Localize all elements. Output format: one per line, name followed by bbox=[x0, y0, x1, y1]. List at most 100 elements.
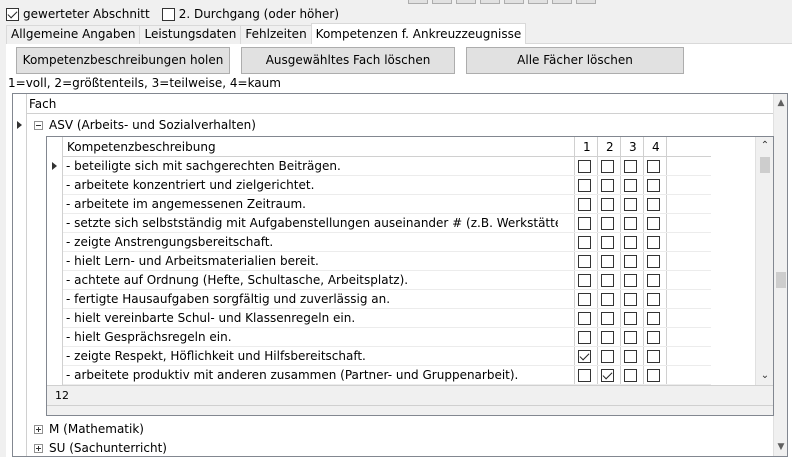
rating-1-checkbox[interactable] bbox=[578, 179, 591, 192]
rating-1-checkbox[interactable] bbox=[578, 255, 591, 268]
tab-absences[interactable]: Fehlzeiten bbox=[240, 25, 312, 44]
rating-2-checkbox[interactable] bbox=[601, 312, 614, 325]
rating-4-checkbox[interactable] bbox=[647, 293, 660, 306]
competency-row[interactable]: - hielt Gesprächsregeln ein. bbox=[63, 328, 711, 347]
competency-row[interactable]: - arbeitete produktiv mit anderen zusamm… bbox=[63, 366, 711, 385]
column-header-2[interactable]: 2 bbox=[606, 137, 614, 157]
tab-general[interactable]: Allgemeine Angaben bbox=[6, 25, 141, 44]
collapse-icon[interactable] bbox=[34, 121, 43, 130]
grid-vertical-scrollbar[interactable]: ⌃ ⌄ bbox=[755, 137, 773, 385]
rating-3-checkbox[interactable] bbox=[624, 274, 637, 287]
rating-1-checkbox[interactable] bbox=[578, 331, 591, 344]
fetch-competencies-button[interactable]: Kompetenzbeschreibungen holen bbox=[16, 47, 230, 74]
competency-row[interactable]: - achtete auf Ordnung (Hefte, Schultasch… bbox=[63, 271, 711, 290]
rating-3-checkbox[interactable] bbox=[624, 331, 637, 344]
expand-icon[interactable] bbox=[34, 444, 43, 453]
competency-row[interactable]: - zeigte Anstrengungsbereitschaft. bbox=[63, 233, 711, 252]
rating-4-checkbox[interactable] bbox=[647, 236, 660, 249]
rating-4-checkbox[interactable] bbox=[647, 369, 660, 382]
rating-2-checkbox[interactable] bbox=[601, 160, 614, 173]
expand-icon[interactable] bbox=[34, 425, 43, 434]
rating-3-checkbox[interactable] bbox=[624, 255, 637, 268]
scroll-up-icon[interactable]: ▲ bbox=[774, 96, 788, 110]
competency-row[interactable]: - arbeitete im angemessenen Zeitraum. bbox=[63, 195, 711, 214]
weighted-section-option[interactable]: gewerteter Abschnitt bbox=[6, 7, 150, 21]
rating-4-checkbox[interactable] bbox=[647, 331, 660, 344]
rating-2-checkbox[interactable] bbox=[601, 274, 614, 287]
rating-2-checkbox[interactable] bbox=[601, 255, 614, 268]
toolbar-button[interactable] bbox=[408, 0, 428, 4]
weighted-section-label: gewerteter Abschnitt bbox=[23, 7, 150, 21]
rating-2-checkbox[interactable] bbox=[601, 217, 614, 230]
second-pass-checkbox[interactable] bbox=[161, 7, 175, 21]
rating-4-checkbox[interactable] bbox=[647, 198, 660, 211]
grid-horizontal-scrollbar[interactable] bbox=[73, 389, 759, 403]
rating-1-checkbox[interactable] bbox=[578, 274, 591, 287]
rating-4-checkbox[interactable] bbox=[647, 160, 660, 173]
competency-row[interactable]: - setzte sich selbstständig mit Aufgaben… bbox=[63, 214, 711, 233]
toolbar-button[interactable] bbox=[528, 0, 548, 4]
column-header-1[interactable]: 1 bbox=[583, 137, 591, 157]
delete-selected-subject-button[interactable]: Ausgewähltes Fach löschen bbox=[241, 47, 455, 74]
scroll-down-icon[interactable]: ▼ bbox=[774, 440, 788, 454]
column-header-3[interactable]: 3 bbox=[629, 137, 637, 157]
competency-row[interactable]: - arbeitete konzentriert und zielgericht… bbox=[63, 176, 711, 195]
scroll-thumb[interactable] bbox=[776, 272, 786, 288]
toolbar-button[interactable] bbox=[576, 0, 596, 4]
scroll-down-icon[interactable]: ⌄ bbox=[758, 369, 772, 383]
rating-4-checkbox[interactable] bbox=[647, 312, 660, 325]
rating-4-checkbox[interactable] bbox=[647, 179, 660, 192]
second-pass-option[interactable]: 2. Durchgang (oder höher) bbox=[161, 7, 339, 21]
rating-3-checkbox[interactable] bbox=[624, 312, 637, 325]
description-column-header[interactable]: Kompetenzbeschreibung bbox=[67, 137, 216, 157]
rating-1-checkbox[interactable] bbox=[578, 369, 591, 382]
rating-1-checkbox[interactable] bbox=[578, 312, 591, 325]
rating-1-checkbox[interactable] bbox=[578, 217, 591, 230]
rating-2-checkbox[interactable] bbox=[601, 236, 614, 249]
rating-1-checkbox[interactable] bbox=[578, 160, 591, 173]
rating-3-checkbox[interactable] bbox=[624, 236, 637, 249]
subject-column-header[interactable]: Fach bbox=[27, 94, 773, 114]
rating-1-checkbox[interactable] bbox=[578, 293, 591, 306]
tab-performance[interactable]: Leistungsdaten bbox=[139, 25, 242, 44]
competency-row[interactable]: - beteiligte sich mit sachgerechten Beit… bbox=[63, 157, 711, 176]
rating-3-checkbox[interactable] bbox=[624, 179, 637, 192]
rating-3-checkbox[interactable] bbox=[624, 217, 637, 230]
rating-2-checkbox[interactable] bbox=[601, 350, 614, 363]
scroll-up-icon[interactable]: ⌃ bbox=[758, 139, 772, 153]
rating-3-checkbox[interactable] bbox=[624, 198, 637, 211]
competency-description: - hielt Gesprächsregeln ein. bbox=[66, 330, 232, 344]
toolbar-button[interactable] bbox=[552, 0, 572, 4]
toolbar-button[interactable] bbox=[504, 0, 524, 4]
competency-row[interactable]: - fertigte Hausaufgaben sorgfältig und z… bbox=[63, 290, 711, 309]
rating-3-checkbox[interactable] bbox=[624, 369, 637, 382]
toolbar-button[interactable] bbox=[432, 0, 452, 4]
rating-1-checkbox[interactable] bbox=[578, 236, 591, 249]
toolbar-button[interactable] bbox=[480, 0, 500, 4]
rating-3-checkbox[interactable] bbox=[624, 350, 637, 363]
rating-2-checkbox[interactable] bbox=[601, 331, 614, 344]
rating-2-checkbox[interactable] bbox=[601, 369, 614, 382]
delete-all-subjects-button[interactable]: Alle Fächer löschen bbox=[466, 47, 684, 74]
competency-row[interactable]: - hielt vereinbarte Schul- und Klassenre… bbox=[63, 309, 711, 328]
competency-description: - zeigte Anstrengungsbereitschaft. bbox=[66, 235, 274, 249]
toolbar-button[interactable] bbox=[456, 0, 476, 4]
column-header-4[interactable]: 4 bbox=[652, 137, 660, 157]
rating-4-checkbox[interactable] bbox=[647, 255, 660, 268]
rating-2-checkbox[interactable] bbox=[601, 198, 614, 211]
rating-4-checkbox[interactable] bbox=[647, 274, 660, 287]
weighted-section-checkbox[interactable] bbox=[6, 7, 19, 21]
rating-4-checkbox[interactable] bbox=[647, 350, 660, 363]
rating-2-checkbox[interactable] bbox=[601, 293, 614, 306]
competency-row[interactable]: - hielt Lern- und Arbeitsmaterialien ber… bbox=[63, 252, 711, 271]
rating-3-checkbox[interactable] bbox=[624, 293, 637, 306]
rating-4-checkbox[interactable] bbox=[647, 217, 660, 230]
rating-1-checkbox[interactable] bbox=[578, 350, 591, 363]
rating-2-checkbox[interactable] bbox=[601, 179, 614, 192]
tree-vertical-scrollbar[interactable]: ▲ ▼ bbox=[773, 94, 787, 456]
competency-row[interactable]: - zeigte Respekt, Höflichkeit und Hilfsb… bbox=[63, 347, 711, 366]
rating-1-checkbox[interactable] bbox=[578, 198, 591, 211]
tab-competencies[interactable]: Kompetenzen f. Ankreuzzeugnisse bbox=[310, 23, 527, 44]
scroll-thumb[interactable] bbox=[760, 157, 770, 173]
rating-3-checkbox[interactable] bbox=[624, 160, 637, 173]
